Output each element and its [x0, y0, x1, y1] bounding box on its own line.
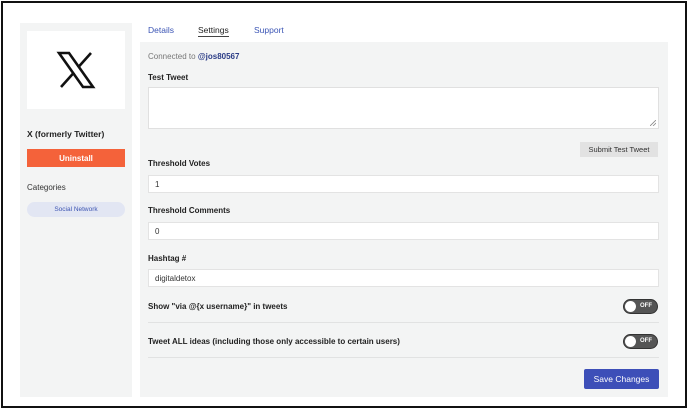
tab-support[interactable]: Support: [254, 25, 284, 35]
tab-details[interactable]: Details: [148, 25, 174, 35]
app-name: X (formerly Twitter): [27, 129, 105, 139]
tweet-all-ideas-toggle[interactable]: OFF: [623, 334, 658, 349]
via-username-toggle-label: Show "via @{x username}" in tweets: [148, 302, 288, 311]
sidebar: X (formerly Twitter) Uninstall Categorie…: [20, 23, 132, 397]
app-frame: X (formerly Twitter) Uninstall Categorie…: [1, 1, 687, 408]
threshold-votes-input[interactable]: 1: [148, 175, 659, 193]
uninstall-button[interactable]: Uninstall: [27, 149, 125, 167]
categories-heading: Categories: [27, 183, 66, 192]
via-username-toggle[interactable]: OFF: [623, 299, 658, 314]
threshold-comments-value: 0: [155, 226, 160, 236]
connected-handle[interactable]: @jos80567: [198, 52, 240, 61]
settings-panel: Connected to @jos80567 Test Tweet Submit…: [140, 42, 668, 397]
test-tweet-label: Test Tweet: [148, 73, 189, 82]
hashtag-label: Hashtag #: [148, 254, 187, 263]
threshold-comments-label: Threshold Comments: [148, 206, 231, 215]
category-tag-social-network[interactable]: Social Network: [27, 202, 125, 217]
divider: [148, 357, 659, 358]
tweet-all-ideas-toggle-label: Tweet ALL ideas (including those only ac…: [148, 337, 400, 346]
hashtag-input[interactable]: digitaldetox: [148, 269, 659, 287]
toggle-state-text: OFF: [640, 338, 652, 344]
tab-settings[interactable]: Settings: [198, 25, 229, 37]
submit-test-tweet-button[interactable]: Submit Test Tweet: [580, 142, 658, 157]
threshold-votes-label: Threshold Votes: [148, 159, 211, 168]
divider: [148, 322, 659, 323]
connected-account: Connected to @jos80567: [148, 52, 239, 61]
toggle-knob: [625, 301, 636, 312]
save-changes-button[interactable]: Save Changes: [584, 369, 659, 389]
resize-grip-icon[interactable]: [650, 120, 656, 126]
x-logo-icon: [56, 51, 96, 89]
toggle-state-text: OFF: [640, 303, 652, 309]
app-logo: [27, 31, 125, 109]
connected-prefix: Connected to: [148, 52, 196, 61]
test-tweet-textarea[interactable]: [148, 87, 659, 129]
toggle-knob: [625, 336, 636, 347]
threshold-votes-value: 1: [155, 179, 160, 189]
threshold-comments-input[interactable]: 0: [148, 222, 659, 240]
hashtag-value: digitaldetox: [155, 273, 196, 283]
